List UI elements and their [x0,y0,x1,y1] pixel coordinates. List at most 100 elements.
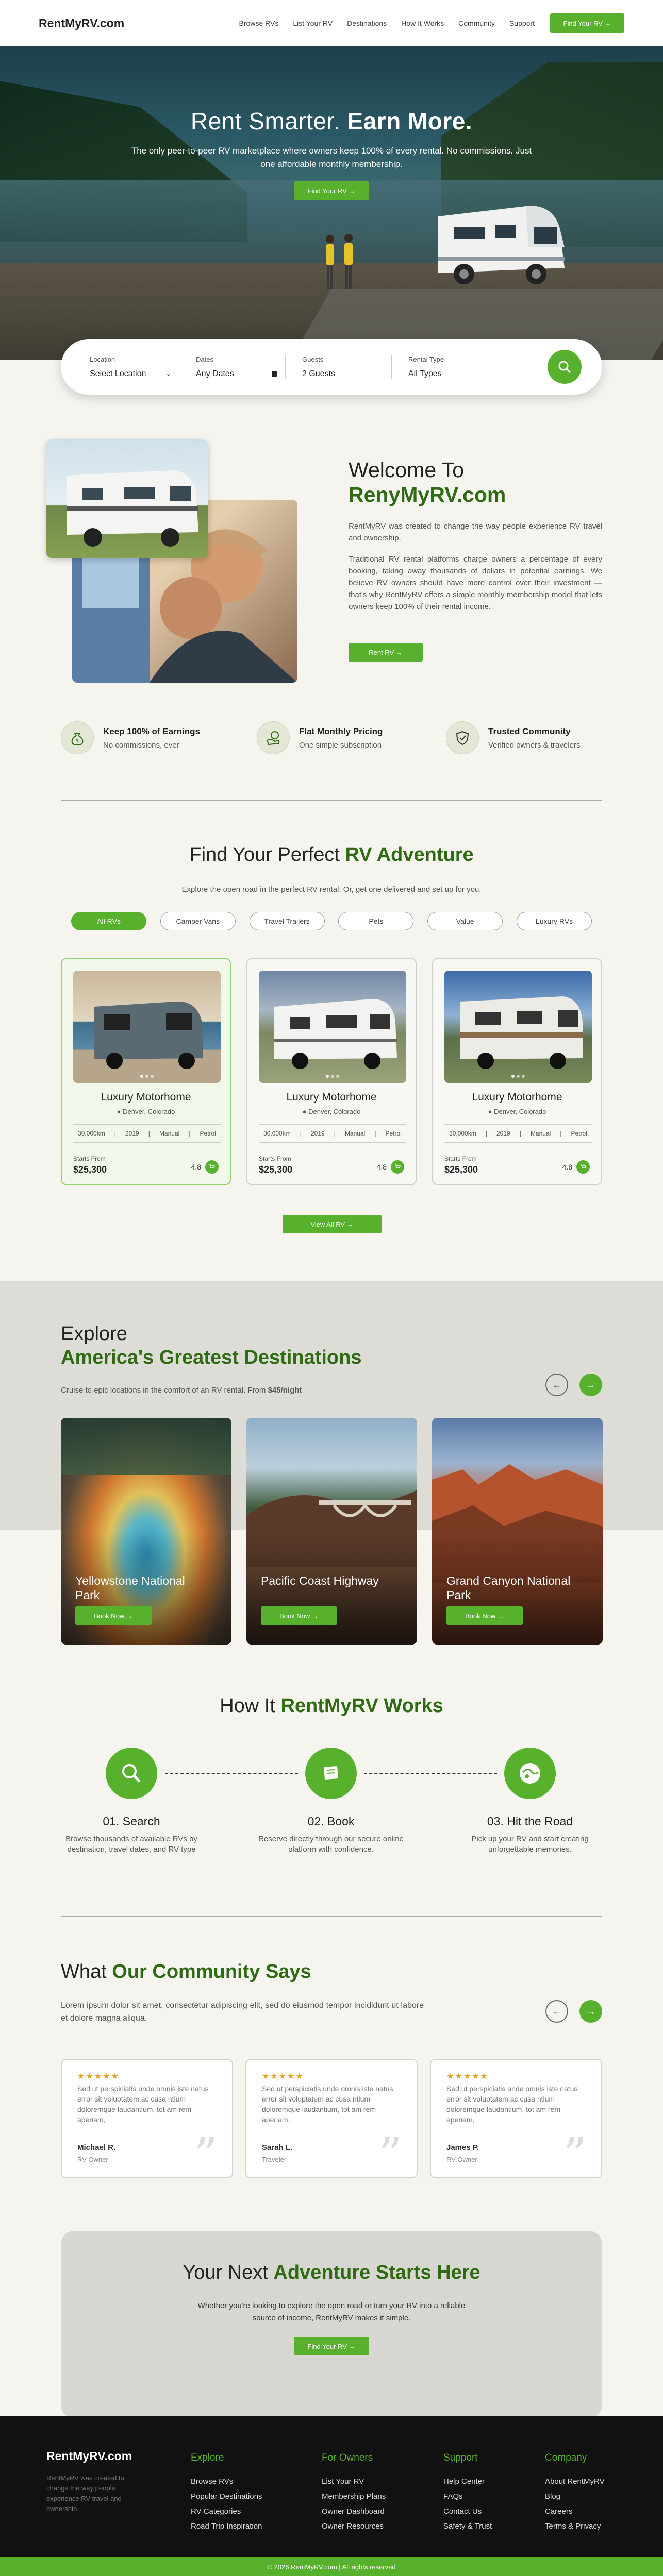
tab-all-rvs[interactable]: All RVs [71,912,146,930]
rv-card-rating: 4.8 [191,1160,219,1174]
footer-link[interactable]: Safety & Trust [443,2522,492,2531]
book-now-button[interactable]: Book Now → [261,1606,337,1625]
footer-link[interactable]: Contact Us [443,2507,492,2516]
cart-icon[interactable] [576,1160,590,1174]
feature-subtitle: One simple subscription [299,740,382,750]
nav-destinations[interactable]: Destinations [347,19,387,27]
arrow-right-icon: → [586,2006,595,2016]
cta-find-rv-button[interactable]: Find Your RV → [294,2337,369,2355]
rental-type-field[interactable]: Rental Type All Types [400,355,498,379]
tab-luxury-rvs[interactable]: Luxury RVs [516,912,592,930]
tab-value[interactable]: Value [427,912,503,930]
footer-column-company: Company About RentMyRV Blog Careers Term… [545,2452,605,2537]
hero-find-rv-button[interactable]: Find Your RV → [294,181,369,200]
book-now-button[interactable]: Book Now → [75,1606,152,1625]
footer-link[interactable]: Careers [545,2507,605,2516]
search-bar: Location Select Location ⌄ Dates Any Date… [61,339,602,395]
rv-card[interactable]: Luxury Motorhome ● Denver, Colorado 30,0… [61,958,231,1185]
footer-link[interactable]: Owner Resources [322,2522,386,2531]
community-prev-button[interactable]: ← [545,2000,568,2023]
testimonial-text: Sed ut perspiciatis unde omnis iste natu… [77,2084,209,2124]
rv-card[interactable]: Luxury Motorhome ● Denver, Colorado 30,0… [246,958,417,1185]
footer-heading: Company [545,2452,587,2463]
footer-link[interactable]: Road Trip Inspiration [191,2522,262,2531]
tab-travel-trailers[interactable]: Travel Trailers [249,912,325,930]
community-next-button[interactable]: → [579,2000,602,2023]
view-all-rv-button[interactable]: View All RV → [283,1215,382,1233]
tab-pets[interactable]: Pets [338,912,414,930]
footer-link[interactable]: About RentMyRV [545,2477,605,2486]
footer-link[interactable]: Browse RVs [191,2477,262,2486]
location-value: Select Location [90,369,146,378]
quote-icon: ” [562,2128,587,2182]
chevron-down-icon: ⌄ [165,371,171,377]
guests-label: Guests [302,355,324,363]
book-icon [324,1766,338,1780]
location-pin-icon: ● [117,1108,121,1115]
location-field[interactable]: Location Select Location ⌄ [81,355,179,379]
rv-filter-tabs: All RVs Camper Vans Travel Trailers Pets… [71,912,592,930]
how-it-works-title: How It RentMyRV Works [220,1695,443,1717]
step-hit-the-road [504,1748,556,1799]
rv-card-from-label: Starts From [444,1155,477,1162]
footer-heading: Support [443,2452,478,2463]
rv-card-from-label: Starts From [259,1155,291,1162]
explore-next-button[interactable]: → [579,1374,602,1396]
footer-link[interactable]: Help Center [443,2477,492,2486]
nav-how-it-works[interactable]: How It Works [401,19,444,27]
rating-stars: ★★★★★ [446,2072,489,2081]
footer-link[interactable]: List Your RV [322,2477,386,2486]
shield-check-icon [446,721,479,754]
feature-flat-pricing: Flat Monthly Pricing One simple subscript… [257,721,383,754]
guests-field[interactable]: Guests 2 Guests [294,355,392,379]
cta-section: Your Next Adventure Starts Here Whether … [61,2231,602,2418]
nav-browse-rvs[interactable]: Browse RVs [239,19,279,27]
footer-link[interactable]: FAQs [443,2492,492,2501]
rating-stars: ★★★★★ [77,2072,120,2081]
destination-name: Grand Canyon National Park [446,1574,571,1602]
step-title: 01. Search [103,1815,160,1828]
rv-card-specs: 30,000km | 2019 | Manual | Petrol [73,1124,221,1143]
footer-copyright: © 2026 RentMyRV.com | All rights reserve… [0,2557,663,2576]
destination-card[interactable]: Yellowstone National Park Book Now → [61,1418,231,1645]
rv-card-image [444,971,592,1083]
search-button[interactable] [548,350,582,384]
footer-logo[interactable]: RentMyRV.com [46,2449,132,2463]
header-find-rv-button[interactable]: Find Your RV → [550,13,624,33]
destination-card[interactable]: Grand Canyon National Park Book Now → [432,1418,603,1645]
rv-card-location: ● Denver, Colorado [117,1108,175,1115]
dates-field[interactable]: Dates Any Dates [188,355,286,379]
footer-about: RentMyRV was created to change the way p… [46,2474,124,2513]
footer-link[interactable]: Membership Plans [322,2492,386,2501]
site-logo[interactable]: RentMyRV.com [39,16,124,30]
footer-heading: For Owners [322,2452,373,2463]
cart-icon[interactable] [391,1160,404,1174]
rv-card-location: ● Denver, Colorado [488,1108,546,1115]
rv-card-image [259,971,406,1083]
cart-icon[interactable] [205,1160,219,1174]
footer-link[interactable]: Owner Dashboard [322,2507,386,2516]
testimonial-name: Sarah L. [262,2143,293,2152]
feature-title: Keep 100% of Earnings [103,726,201,736]
destination-card[interactable]: Pacific Coast Highway Book Now → [246,1418,417,1645]
rent-rv-button[interactable]: Rent RV → [349,643,423,662]
feature-title: Trusted Community [488,726,571,736]
rv-card[interactable]: Luxury Motorhome ● Denver, Colorado 30,0… [432,958,602,1185]
feature-trusted-community: Trusted Community Verified owners & trave… [446,721,580,754]
footer-link[interactable]: RV Categories [191,2507,262,2516]
footer-link[interactable]: Terms & Privacy [545,2522,605,2531]
footer-link[interactable]: Blog [545,2492,605,2501]
nav-community[interactable]: Community [458,19,495,27]
explore-prev-button[interactable]: ← [545,1374,568,1396]
hero-people-illustration [326,234,353,289]
footer-column-explore: Explore Browse RVs Popular Destinations … [191,2452,262,2537]
feature-subtitle: No commissions, ever [103,740,179,750]
tab-camper-vans[interactable]: Camper Vans [160,912,236,930]
rv-card-specs: 30,000km | 2019 | Manual | Petrol [259,1124,406,1143]
book-now-button[interactable]: Book Now → [446,1606,523,1625]
footer-link[interactable]: Popular Destinations [191,2492,262,2501]
nav-support[interactable]: Support [509,19,535,27]
nav-list-your-rv[interactable]: List Your RV [293,19,333,27]
location-pin-icon: ● [488,1108,492,1115]
site-header: RentMyRV.com Browse RVs List Your RV Des… [0,0,663,46]
